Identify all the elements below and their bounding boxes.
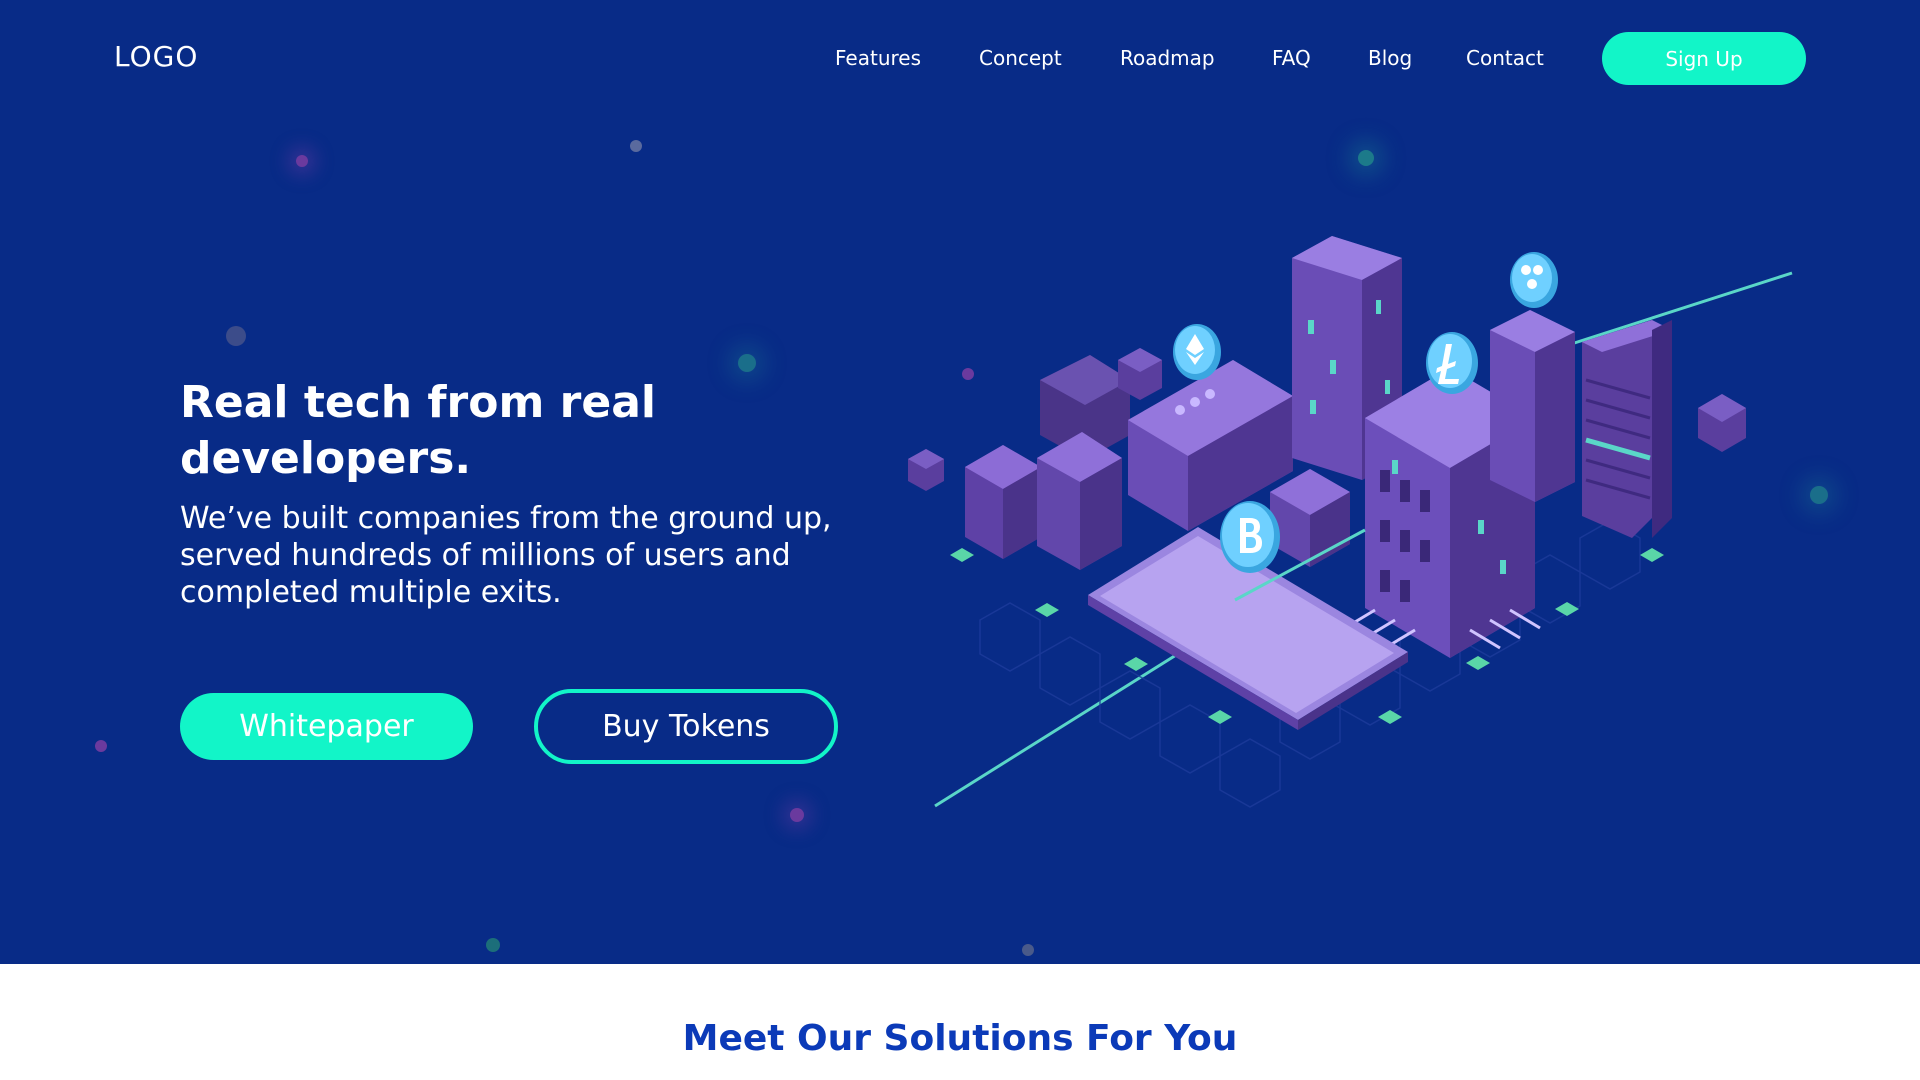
hero-title: Real tech from real developers. [180, 377, 656, 484]
hero-subtitle: We’ve built companies from the ground up… [180, 501, 832, 610]
glow-dot [1358, 150, 1374, 166]
whitepaper-button[interactable]: Whitepaper [180, 693, 473, 760]
nav-link-blog[interactable]: Blog [1368, 46, 1412, 70]
glow-dot [95, 740, 107, 752]
nav-link-features[interactable]: Features [835, 46, 921, 70]
hero-section: LOGO Features Concept Roadmap FAQ Blog C… [0, 0, 1920, 964]
nav-link-contact[interactable]: Contact [1466, 46, 1544, 70]
signup-button[interactable]: Sign Up [1602, 32, 1806, 85]
nav-link-concept[interactable]: Concept [979, 46, 1062, 70]
glow-dot [1810, 486, 1828, 504]
nav-link-roadmap[interactable]: Roadmap [1120, 46, 1215, 70]
glow-dot [296, 155, 308, 167]
glow-dot [630, 140, 642, 152]
isometric-city-illustration [908, 236, 1793, 808]
navbar: LOGO Features Concept Roadmap FAQ Blog C… [0, 0, 1920, 118]
glow-dot [790, 808, 804, 822]
glow-dot [226, 326, 246, 346]
solutions-title: Meet Our Solutions For You [682, 1018, 1238, 1059]
bitcoin-coin-icon [1220, 501, 1280, 573]
litecoin-coin-icon [1426, 332, 1478, 394]
ripple-coin-icon [1510, 252, 1558, 308]
glow-dot [738, 354, 756, 372]
glow-dot [1022, 944, 1034, 956]
glow-dot [486, 938, 500, 952]
buy-tokens-button[interactable]: Buy Tokens [534, 689, 838, 764]
nav-link-faq[interactable]: FAQ [1272, 46, 1311, 70]
ethereum-coin-icon [1173, 324, 1221, 380]
